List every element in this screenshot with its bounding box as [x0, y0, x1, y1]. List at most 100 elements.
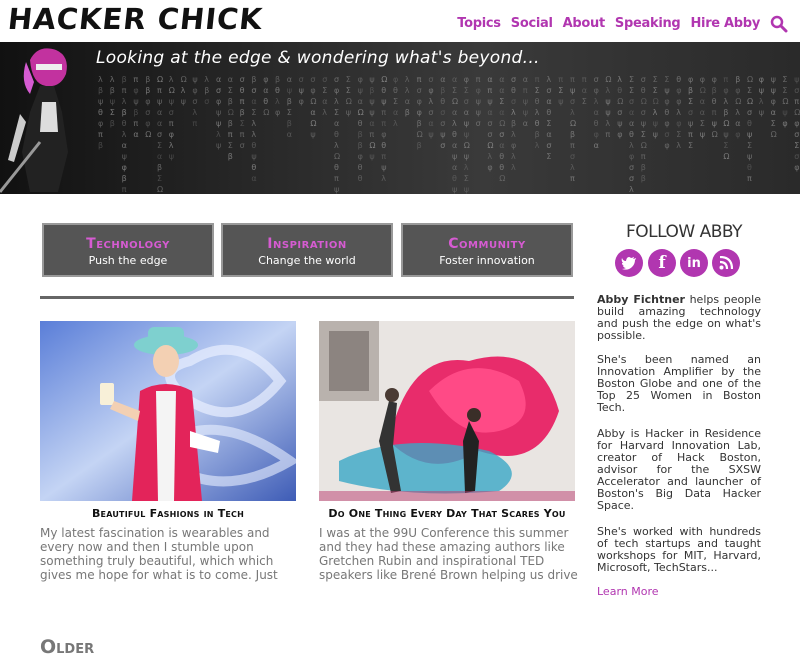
symbol-glyph: φ	[216, 97, 221, 106]
symbol-glyph: Σ	[228, 86, 233, 95]
symbol-glyph: λ	[511, 108, 516, 117]
symbol-glyph: σ	[546, 141, 551, 150]
symbol-glyph: α	[228, 75, 233, 84]
follow-heading: FOLLOW ABBY	[626, 222, 743, 242]
symbol-glyph: σ	[334, 75, 339, 84]
category-technology[interactable]: Technology Push the edge	[42, 223, 214, 277]
bio-paragraph-1: Abby Fichtner helps people build amazing…	[597, 294, 761, 342]
symbol-glyph: Σ	[546, 119, 551, 128]
symbol-glyph: ψ	[771, 75, 776, 84]
symbol-glyph: π	[487, 86, 492, 95]
symbol-glyph: Ω	[157, 75, 163, 84]
bio-paragraph-3: Abby is Hacker in Residence for Harvard …	[597, 427, 761, 512]
symbol-glyph: φ	[676, 97, 681, 106]
site-logo[interactable]: HACKER CHICK	[6, 2, 264, 36]
symbol-glyph: φ	[263, 75, 268, 84]
symbol-glyph: Σ	[346, 86, 351, 95]
symbol-glyph: φ	[617, 130, 622, 139]
symbol-glyph: λ	[546, 75, 551, 84]
symbol-glyph: λ	[251, 130, 256, 139]
symbol-glyph: α	[287, 130, 292, 139]
post-title[interactable]: Beautiful Fashions in Tech	[40, 507, 296, 520]
symbol-glyph: β	[98, 86, 103, 95]
symbol-glyph: λ	[322, 108, 327, 117]
older-posts-heading[interactable]: Older	[40, 636, 94, 658]
symbol-glyph: α	[452, 163, 457, 172]
symbol-glyph: Σ	[782, 75, 787, 84]
symbol-glyph: ψ	[523, 108, 528, 117]
post-title[interactable]: Do One Thing Every Day That Scares You	[319, 507, 575, 520]
symbol-glyph: σ	[629, 163, 634, 172]
symbol-glyph: φ	[122, 163, 127, 172]
symbol-glyph: π	[381, 152, 386, 161]
learn-more-link[interactable]: Learn More	[597, 585, 659, 598]
symbol-glyph: ψ	[381, 163, 386, 172]
symbol-glyph: φ	[664, 119, 669, 128]
symbol-glyph: Ω	[570, 119, 576, 128]
nav-topics[interactable]: Topics	[457, 16, 501, 31]
symbol-glyph: ψ	[110, 97, 115, 106]
symbol-glyph: σ	[157, 130, 162, 139]
post-image-color-explosion[interactable]	[319, 321, 575, 501]
symbol-glyph: Ω	[499, 119, 505, 128]
category-inspiration[interactable]: Inspiration Change the world	[221, 223, 393, 277]
nav-speaking[interactable]: Speaking	[615, 16, 681, 31]
rss-icon[interactable]	[712, 249, 740, 277]
symbol-glyph: π	[570, 141, 575, 150]
post-image-fashion[interactable]	[40, 321, 296, 501]
category-community[interactable]: Community Foster innovation	[401, 223, 573, 277]
symbol-glyph: φ	[712, 75, 717, 84]
symbol-glyph: ψ	[369, 108, 374, 117]
nav-about[interactable]: About	[563, 16, 606, 31]
symbol-glyph: φ	[688, 75, 693, 84]
symbol-glyph: λ	[511, 163, 516, 172]
symbol-glyph: φ	[664, 97, 669, 106]
symbol-glyph: λ	[122, 130, 127, 139]
symbol-glyph: θ	[747, 119, 752, 128]
symbol-glyph: Σ	[653, 75, 658, 84]
symbol-glyph: Σ	[535, 86, 540, 95]
facebook-icon[interactable]: f	[648, 249, 676, 277]
symbol-glyph: α	[251, 97, 256, 106]
symbol-glyph: σ	[299, 75, 304, 84]
symbol-glyph: ψ	[369, 75, 374, 84]
symbol-glyph: β	[641, 174, 646, 183]
symbol-glyph: β	[440, 86, 445, 95]
symbol-glyph: σ	[546, 86, 551, 95]
symbol-glyph: β	[145, 75, 150, 84]
nav-hire-abby[interactable]: Hire Abby	[690, 16, 760, 31]
symbol-glyph: λ	[393, 119, 398, 128]
symbol-glyph: φ	[782, 119, 787, 128]
twitter-icon[interactable]	[615, 249, 643, 277]
symbol-glyph: α	[452, 75, 457, 84]
post-excerpt: My latest fascination is wearables and e…	[40, 526, 278, 582]
symbol-glyph: θ	[535, 97, 540, 106]
symbol-glyph: ψ	[192, 75, 197, 84]
symbol-glyph: λ	[275, 97, 280, 106]
symbol-glyph: λ	[428, 97, 433, 106]
symbol-glyph: φ	[145, 97, 150, 106]
search-icon[interactable]	[770, 15, 788, 33]
symbol-glyph: Σ	[700, 119, 705, 128]
linkedin-icon[interactable]: in	[680, 249, 708, 277]
symbol-glyph: Ω	[794, 108, 800, 117]
symbol-glyph: φ	[794, 163, 799, 172]
symbol-glyph: φ	[511, 141, 516, 150]
symbol-glyph: ψ	[251, 152, 256, 161]
symbol-glyph: λ	[334, 141, 339, 150]
symbol-glyph: Ω	[641, 141, 647, 150]
symbol-glyph: λ	[169, 75, 174, 84]
symbol-glyph: α	[287, 75, 292, 84]
symbol-glyph: θ	[263, 97, 268, 106]
symbol-glyph: φ	[464, 75, 469, 84]
symbol-glyph: π	[605, 130, 610, 139]
symbol-glyph: φ	[629, 152, 634, 161]
symbol-glyph: α	[700, 108, 705, 117]
nav-social[interactable]: Social	[511, 16, 553, 31]
symbol-glyph: π	[98, 130, 103, 139]
symbol-glyph: Ω	[369, 141, 375, 150]
symbol-glyph: λ	[251, 119, 256, 128]
symbol-glyph: φ	[723, 86, 728, 95]
symbol-glyph: α	[594, 108, 599, 117]
symbol-glyph: Ω	[417, 130, 423, 139]
